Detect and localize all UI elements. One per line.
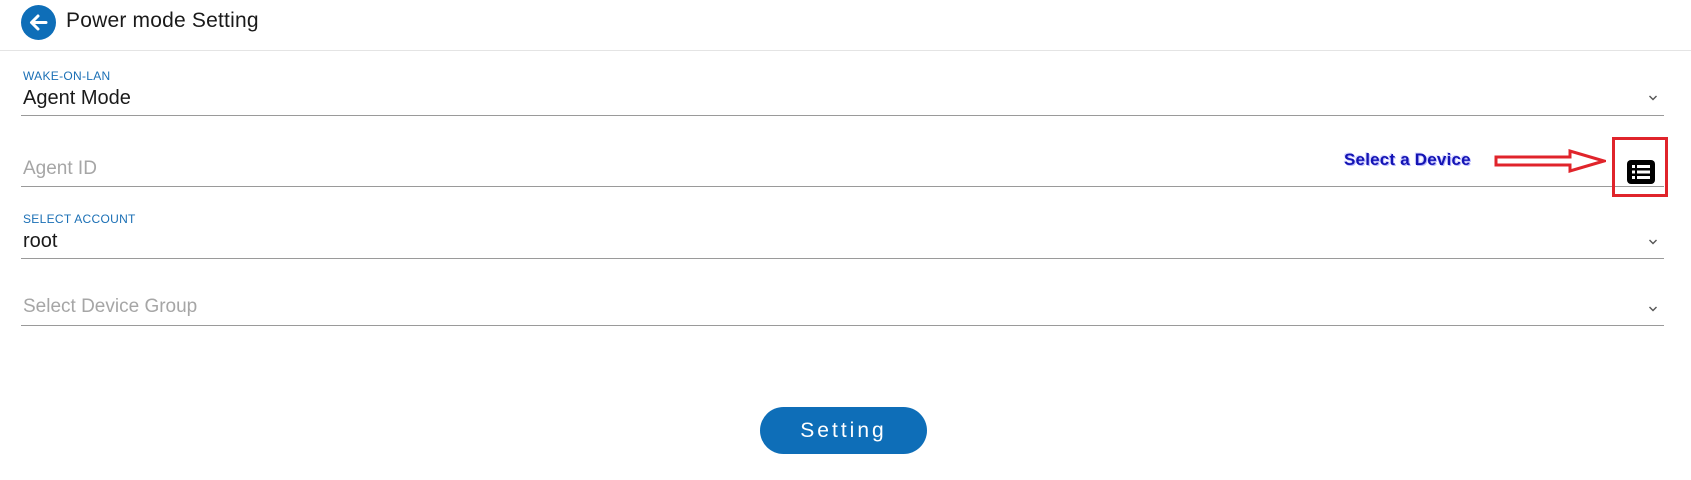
device-group-placeholder: Select Device Group <box>23 296 198 317</box>
back-button[interactable] <box>21 5 56 40</box>
header: Power mode Setting <box>0 0 1691 51</box>
annotation-arrow-icon <box>1494 148 1606 174</box>
select-account-caption: SELECT ACCOUNT <box>23 212 136 226</box>
select-account-select[interactable]: SELECT ACCOUNT root <box>21 211 1664 259</box>
arrow-left-icon <box>30 14 48 31</box>
power-mode-page: Power mode Setting WAKE-ON-LAN Agent Mod… <box>0 0 1691 480</box>
select-account-value: root <box>23 230 58 252</box>
device-group-select[interactable]: Select Device Group <box>21 290 1664 326</box>
wake-on-lan-caption: WAKE-ON-LAN <box>23 69 111 83</box>
chevron-down-icon <box>1649 95 1657 101</box>
agent-id-placeholder: Agent ID <box>23 158 97 179</box>
setting-button[interactable]: Setting <box>760 407 927 454</box>
annotation-label: Select a Device <box>1344 150 1471 169</box>
list-icon <box>1632 165 1650 179</box>
select-device-button[interactable] <box>1627 160 1655 184</box>
wake-on-lan-value: Agent Mode <box>23 87 131 109</box>
chevron-down-icon <box>1649 239 1657 245</box>
wake-on-lan-select[interactable]: WAKE-ON-LAN Agent Mode <box>21 68 1664 116</box>
chevron-down-icon <box>1649 306 1657 312</box>
page-title: Power mode Setting <box>66 9 259 32</box>
